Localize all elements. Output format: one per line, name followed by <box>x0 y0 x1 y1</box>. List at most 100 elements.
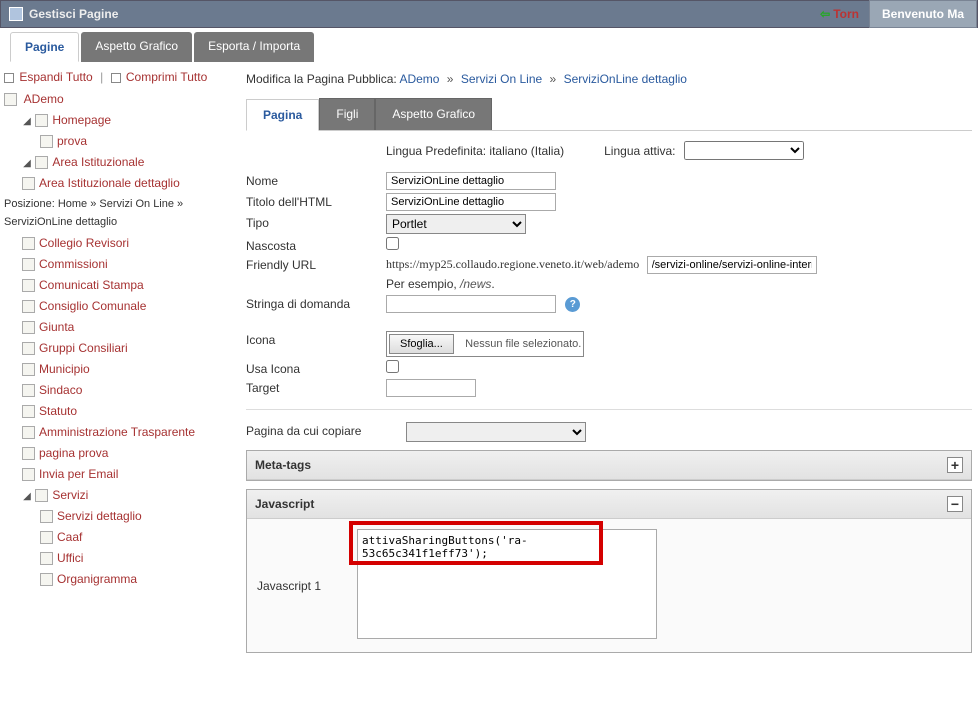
nome-label: Nome <box>246 172 386 188</box>
target-label: Target <box>246 379 386 395</box>
arrow-left-icon: ⇦ <box>820 7 830 21</box>
page-icon <box>22 426 35 439</box>
tree-root[interactable]: ADemo <box>24 92 64 106</box>
breadcrumb-servizi-online[interactable]: Servizi On Line <box>461 72 542 86</box>
page-icon <box>22 405 35 418</box>
expand-all-link[interactable]: Espandi Tutto <box>19 70 92 84</box>
page-icon <box>40 510 53 523</box>
tree-item-area-istituzionale[interactable]: Area Istituzionale <box>52 155 144 169</box>
tree-toggle[interactable]: ◢ <box>22 160 32 170</box>
tree-item-sindaco[interactable]: Sindaco <box>39 383 82 397</box>
page-icon <box>22 363 35 376</box>
tree-toggle[interactable]: ◢ <box>22 118 32 128</box>
header-bar: Gestisci Pagine ⇦ Torn Benvenuto Ma <box>0 0 978 28</box>
nome-input[interactable] <box>386 172 556 190</box>
page-icon <box>22 300 35 313</box>
subtab-figli[interactable]: Figli <box>319 98 375 130</box>
javascript-panel: Javascript − Javascript 1 <box>246 489 972 653</box>
friendly-url-input[interactable] <box>647 256 817 274</box>
icona-label: Icona <box>246 331 386 347</box>
tree-item-servizi[interactable]: Servizi <box>52 488 88 502</box>
meta-tags-title: Meta-tags <box>255 458 311 472</box>
page-icon <box>40 552 53 565</box>
page-icon <box>22 237 35 250</box>
page-icon <box>40 135 53 148</box>
page-tree: ADemo ◢ Homepage prova ◢ Area Istituzion… <box>4 90 236 588</box>
back-link-label: Torn <box>833 7 859 21</box>
meta-tags-panel: Meta-tags + <box>246 450 972 481</box>
sidebar-actions: Espandi Tutto | Comprimi Tutto <box>4 70 236 84</box>
titolo-input[interactable] <box>386 193 556 211</box>
tree-item-prova[interactable]: prova <box>57 134 87 148</box>
page-icon <box>22 468 35 481</box>
tipo-label: Tipo <box>246 214 386 230</box>
page-icon <box>35 156 48 169</box>
page-icon <box>35 114 48 127</box>
meta-expand-icon[interactable]: + <box>947 457 963 473</box>
collapse-all-link[interactable]: Comprimi Tutto <box>126 70 207 84</box>
tree-item-pagina-prova[interactable]: pagina prova <box>39 446 108 460</box>
subtab-aspetto[interactable]: Aspetto Grafico <box>375 98 492 130</box>
nascosta-checkbox[interactable] <box>386 237 399 250</box>
tree-item-gruppi[interactable]: Gruppi Consiliari <box>39 341 128 355</box>
sidebar: Espandi Tutto | Comprimi Tutto ADemo ◢ H… <box>0 62 240 663</box>
header-title: Gestisci Pagine <box>29 7 118 21</box>
javascript-title: Javascript <box>255 497 314 511</box>
expand-icon <box>4 73 14 83</box>
stringa-input[interactable] <box>386 295 556 313</box>
breadcrumb-dettaglio[interactable]: ServiziOnLine dettaglio <box>564 72 687 86</box>
language-row: Lingua Predefinita: italiano (Italia) Li… <box>246 141 972 160</box>
tree-item-organigramma[interactable]: Organigramma <box>57 572 137 586</box>
tab-pagine[interactable]: Pagine <box>10 32 79 62</box>
breadcrumb-ademo[interactable]: ADemo <box>399 72 439 86</box>
tree-item-collegio[interactable]: Collegio Revisori <box>39 236 129 250</box>
back-link[interactable]: ⇦ Torn <box>820 7 859 21</box>
subtab-pagina[interactable]: Pagina <box>246 99 319 131</box>
main-tabs: Pagine Aspetto Grafico Esporta / Importa <box>0 28 978 62</box>
friendly-url-prefix: https://myp25.collaudo.regione.veneto.it… <box>386 257 639 271</box>
content-area: Modifica la Pagina Pubblica: ADemo » Ser… <box>240 62 978 663</box>
tree-item-caaf[interactable]: Caaf <box>57 530 82 544</box>
tab-esporta-importa[interactable]: Esporta / Importa <box>194 32 314 62</box>
tree-item-giunta[interactable]: Giunta <box>39 320 74 334</box>
tree-item-comunicati[interactable]: Comunicati Stampa <box>39 278 144 292</box>
tree-item-uffici[interactable]: Uffici <box>57 551 83 565</box>
tree-item-amm-trasp[interactable]: Amministrazione Trasparente <box>39 425 195 439</box>
page-icon <box>4 93 17 106</box>
page-icon <box>22 279 35 292</box>
tree-item-invia-email[interactable]: Invia per Email <box>39 467 118 481</box>
welcome-label: Benvenuto Ma <box>882 7 964 21</box>
javascript1-textarea[interactable] <box>357 529 657 639</box>
tree-item-commissioni[interactable]: Commissioni <box>39 257 108 271</box>
tree-item-statuto[interactable]: Statuto <box>39 404 77 418</box>
stringa-label: Stringa di domanda <box>246 295 386 311</box>
js-collapse-icon[interactable]: − <box>947 496 963 512</box>
tree-item-homepage[interactable]: Homepage <box>52 113 111 127</box>
browse-button[interactable]: Sfoglia... <box>389 334 454 354</box>
tree-item-servizi-dettaglio[interactable]: Servizi dettaglio <box>57 509 142 523</box>
tipo-select[interactable]: Portlet <box>386 214 526 234</box>
sub-tabs: Pagina Figli Aspetto Grafico <box>246 98 972 131</box>
friendly-url-label: Friendly URL <box>246 256 386 272</box>
active-language-select[interactable] <box>684 141 804 160</box>
welcome-box[interactable]: Benvenuto Ma <box>869 0 977 28</box>
titolo-label: Titolo dell'HTML <box>246 193 386 209</box>
copia-label: Pagina da cui copiare <box>246 422 406 438</box>
page-icon <box>35 489 48 502</box>
usaicona-checkbox[interactable] <box>386 360 399 373</box>
copia-select[interactable] <box>406 422 586 442</box>
friendly-url-example: Per esempio, /news. <box>246 277 972 291</box>
page-icon <box>22 258 35 271</box>
tab-aspetto-grafico[interactable]: Aspetto Grafico <box>81 32 192 62</box>
tree-toggle[interactable]: ◢ <box>22 493 32 503</box>
page-icon <box>22 321 35 334</box>
position-text: Posizione: Home » Servizi On Line » Serv… <box>4 195 236 231</box>
page-icon <box>40 531 53 544</box>
tree-item-consiglio[interactable]: Consiglio Comunale <box>39 299 146 313</box>
tree-item-municipio[interactable]: Municipio <box>39 362 90 376</box>
page-icon <box>22 342 35 355</box>
tree-item-area-ist-dettaglio[interactable]: Area Istituzionale dettaglio <box>39 176 180 190</box>
target-input[interactable] <box>386 379 476 397</box>
help-icon[interactable]: ? <box>565 297 580 312</box>
breadcrumb: Modifica la Pagina Pubblica: ADemo » Ser… <box>246 72 972 86</box>
